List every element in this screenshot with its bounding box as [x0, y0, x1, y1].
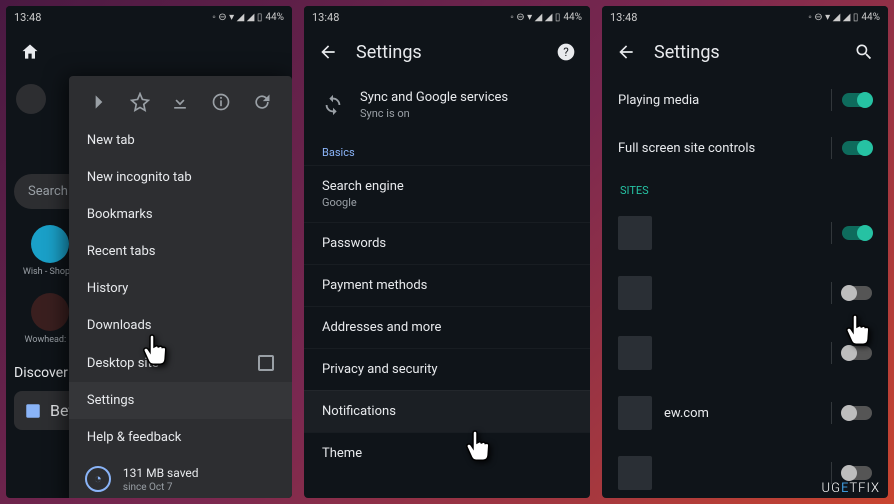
menu-desktop-site[interactable]: Desktop site — [69, 344, 292, 382]
forward-icon[interactable] — [87, 90, 111, 114]
toggle-playing-media[interactable] — [842, 93, 872, 107]
page-title: Settings — [356, 42, 538, 63]
site-favicon — [618, 276, 652, 310]
section-basics: Basics — [304, 134, 590, 165]
chrome-toolbar — [6, 28, 292, 76]
sync-icon — [322, 94, 344, 116]
menu-history[interactable]: History — [69, 270, 292, 307]
chrome-overflow-menu: New tab New incognito tab Bookmarks Rece… — [69, 76, 292, 498]
site-favicon — [618, 396, 652, 430]
data-saver-row[interactable]: ◔ 131 MB saved since Oct 7 — [69, 456, 292, 498]
article-icon — [24, 402, 42, 420]
row-full-screen[interactable]: Full screen site controls — [602, 124, 888, 172]
help-icon[interactable]: ? — [554, 40, 578, 64]
menu-recent-tabs[interactable]: Recent tabs — [69, 233, 292, 270]
toggle-site[interactable] — [842, 346, 872, 360]
home-icon[interactable] — [18, 40, 42, 64]
info-icon[interactable] — [209, 90, 233, 114]
status-icons: ◦ ⊖ ▾ ◢ ◢ ▯44% — [212, 12, 284, 23]
row-payment-methods[interactable]: Payment methods — [304, 264, 590, 306]
data-saver-icon: ◔ — [85, 466, 111, 492]
toggle-site[interactable] — [842, 406, 872, 420]
site-label: ew.com — [664, 406, 821, 421]
settings-appbar: Settings — [602, 28, 888, 76]
site-row[interactable]: ew.com — [602, 383, 888, 443]
toggle-site[interactable] — [842, 226, 872, 240]
menu-settings[interactable]: Settings — [69, 382, 292, 419]
download-icon[interactable] — [168, 90, 192, 114]
back-icon[interactable] — [316, 40, 340, 64]
status-icons: ◦ ⊖ ▾ ◢ ◢ ▯44% — [808, 12, 880, 23]
status-time: 13:48 — [312, 11, 339, 24]
row-notifications[interactable]: Notifications — [304, 390, 590, 432]
star-icon[interactable] — [128, 90, 152, 114]
row-privacy[interactable]: Privacy and security — [304, 348, 590, 390]
svg-text:?: ? — [563, 45, 569, 59]
site-favicon — [618, 456, 652, 490]
sync-row[interactable]: Sync and Google services Sync is on — [304, 76, 590, 134]
site-row[interactable] — [602, 263, 888, 323]
settings-appbar: Settings ? — [304, 28, 590, 76]
section-sites: SITES — [602, 172, 888, 203]
menu-help[interactable]: Help & feedback — [69, 419, 292, 456]
menu-new-tab[interactable]: New tab — [69, 122, 292, 159]
status-bar: 13:48 ◦ ⊖ ▾ ◢ ◢ ▯44% — [6, 6, 292, 28]
search-icon[interactable] — [852, 40, 876, 64]
screenshot-1-chrome-menu: 13:48 ◦ ⊖ ▾ ◢ ◢ ▯44% Search or Wish - Sh… — [6, 6, 292, 498]
row-passwords[interactable]: Passwords — [304, 222, 590, 264]
site-row[interactable] — [602, 323, 888, 383]
site-row[interactable] — [602, 203, 888, 263]
refresh-icon[interactable] — [250, 90, 274, 114]
row-addresses[interactable]: Addresses and more — [304, 306, 590, 348]
menu-downloads[interactable]: Downloads — [69, 307, 292, 344]
desktop-site-checkbox[interactable] — [258, 355, 274, 371]
screenshot-3-notifications: 13:48 ◦ ⊖ ▾ ◢ ◢ ▯44% Settings Playing me… — [602, 6, 888, 498]
status-icons: ◦ ⊖ ▾ ◢ ◢ ▯44% — [510, 12, 582, 23]
screenshot-2-settings: 13:48 ◦ ⊖ ▾ ◢ ◢ ▯44% Settings ? Sync and… — [304, 6, 590, 498]
toggle-site[interactable] — [842, 286, 872, 300]
menu-bookmarks[interactable]: Bookmarks — [69, 196, 292, 233]
row-search-engine[interactable]: Search engine Google — [304, 165, 590, 222]
toggle-full-screen[interactable] — [842, 141, 872, 155]
status-time: 13:48 — [14, 11, 41, 24]
site-favicon — [618, 336, 652, 370]
row-theme[interactable]: Theme — [304, 432, 590, 474]
page-title: Settings — [654, 42, 836, 63]
status-bar: 13:48 ◦ ⊖ ▾ ◢ ◢ ▯44% — [304, 6, 590, 28]
row-playing-media[interactable]: Playing media — [602, 76, 888, 124]
status-bar: 13:48 ◦ ⊖ ▾ ◢ ◢ ▯44% — [602, 6, 888, 28]
watermark: UGETFIX — [822, 481, 880, 496]
site-favicon — [618, 216, 652, 250]
status-time: 13:48 — [610, 11, 637, 24]
google-avatar[interactable] — [16, 84, 46, 114]
toggle-site[interactable] — [842, 466, 872, 480]
menu-new-incognito[interactable]: New incognito tab — [69, 159, 292, 196]
back-icon[interactable] — [614, 40, 638, 64]
